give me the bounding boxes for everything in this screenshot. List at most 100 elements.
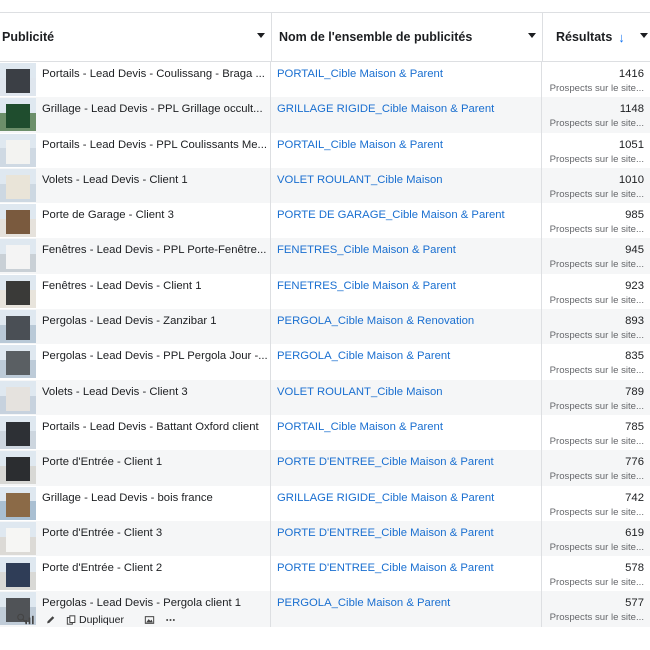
- preview-image-icon[interactable]: [144, 615, 155, 625]
- ad-thumbnail-image[interactable]: [0, 415, 36, 449]
- ad-thumbnail-image[interactable]: [0, 345, 36, 379]
- ad-name[interactable]: Fenêtres - Lead Devis - PPL Porte-Fenêtr…: [42, 244, 267, 256]
- column-header-ad[interactable]: Publicité: [0, 13, 270, 61]
- edit-pencil-icon[interactable]: [45, 615, 56, 625]
- adset-link[interactable]: PORTAIL_Cible Maison & Parent: [277, 421, 537, 433]
- ad-thumbnail-image[interactable]: [0, 239, 36, 273]
- ad-name[interactable]: Pergolas - Lead Devis - PPL Pergola Jour…: [42, 350, 267, 362]
- table-row[interactable]: Fenêtres - Lead Devis - PPL Porte-Fenêtr…: [0, 238, 650, 274]
- results-type: Prospects sur le site...: [549, 400, 644, 412]
- adset-link[interactable]: PERGOLA_Cible Maison & Parent: [277, 350, 537, 362]
- results-value: 1416: [618, 68, 644, 80]
- results-type: Prospects sur le site...: [549, 224, 644, 236]
- adset-link[interactable]: PERGOLA_Cible Maison & Parent: [277, 597, 537, 609]
- ad-thumbnail-image[interactable]: [0, 380, 36, 414]
- ad-thumbnail-image[interactable]: [0, 274, 36, 308]
- results-type: Prospects sur le site...: [549, 541, 644, 553]
- ad-name[interactable]: Portails - Lead Devis - Battant Oxford c…: [42, 421, 267, 433]
- sort-descending-icon[interactable]: ↓: [618, 30, 625, 45]
- table-row[interactable]: Pergolas - Lead Devis - Zanzibar 1 PERGOL…: [0, 309, 650, 345]
- column-results-menu-caret-icon[interactable]: [640, 33, 648, 38]
- adset-link[interactable]: PORTAIL_Cible Maison & Parent: [277, 139, 537, 151]
- column-header-results[interactable]: Résultats ↓: [542, 13, 650, 61]
- table-row[interactable]: Fenêtres - Lead Devis - Client 1 FENETRES…: [0, 274, 650, 309]
- ad-thumbnail-image[interactable]: [0, 521, 36, 555]
- results-value: 578: [625, 562, 644, 575]
- table-row[interactable]: Pergolas - Lead Devis - PPL Pergola Jour…: [0, 344, 650, 379]
- table-row[interactable]: Porte de Garage - Client 3 PORTE DE GARAG…: [0, 203, 650, 238]
- adset-link[interactable]: PERGOLA_Cible Maison & Renovation: [277, 315, 537, 327]
- results-value: 1148: [619, 103, 644, 116]
- ad-name[interactable]: Porte d'Entrée - Client 1: [42, 456, 267, 468]
- results-type: Prospects sur le site...: [549, 188, 644, 200]
- ad-name[interactable]: Volets - Lead Devis - Client 3: [42, 386, 267, 398]
- adset-link[interactable]: PORTAIL_Cible Maison & Parent: [277, 68, 537, 80]
- ad-name[interactable]: Porte d'Entrée - Client 2: [42, 562, 267, 574]
- ad-name[interactable]: Grillage - Lead Devis - bois france: [42, 492, 267, 504]
- ad-name[interactable]: Portails - Lead Devis - PPL Coulissants …: [42, 139, 267, 151]
- results-value: 835: [625, 350, 644, 363]
- table-body: Portails - Lead Devis - Coulissang - Bra…: [0, 62, 650, 627]
- adset-link[interactable]: FENETRES_Cible Maison & Parent: [277, 244, 537, 256]
- results-type: Prospects sur le site...: [549, 330, 644, 342]
- table-row[interactable]: Portails - Lead Devis - PPL Coulissants …: [0, 133, 650, 168]
- column-adset-menu-caret-icon[interactable]: [528, 33, 536, 38]
- ad-name[interactable]: Grillage - Lead Devis - PPL Grillage occ…: [42, 103, 267, 115]
- table-row[interactable]: Volets - Lead Devis - Client 3 VOLET ROUL…: [0, 379, 650, 415]
- more-options-icon[interactable]: [165, 615, 176, 625]
- adset-link[interactable]: PORTE DE GARAGE_Cible Maison & Parent: [277, 209, 537, 221]
- table-row[interactable]: Porte d'Entrée - Client 2 PORTE D'ENTREE_…: [0, 556, 650, 591]
- column-header-adset-label: Nom de l'ensemble de publicités: [279, 30, 473, 44]
- ad-name[interactable]: Porte d'Entrée - Client 3: [42, 527, 267, 539]
- results-type: Prospects sur le site...: [549, 471, 644, 483]
- column-header-results-label: Résultats: [556, 30, 613, 44]
- ad-thumbnail-image[interactable]: [0, 63, 36, 96]
- ad-thumbnail-image[interactable]: [0, 486, 36, 520]
- adset-link[interactable]: PORTE D'ENTREE_Cible Maison & Parent: [277, 562, 537, 574]
- results-value: 1010: [618, 173, 644, 186]
- results-value: 893: [625, 315, 644, 328]
- ad-name[interactable]: Fenêtres - Lead Devis - Client 1: [42, 280, 267, 292]
- table-row[interactable]: Porte d'Entrée - Client 1 PORTE D'ENTREE_…: [0, 450, 650, 486]
- ad-name[interactable]: Portails - Lead Devis - Coulissang - Bra…: [42, 68, 267, 80]
- column-divider: [270, 62, 271, 627]
- ad-thumbnail-image[interactable]: [0, 168, 36, 202]
- ad-thumbnail-image[interactable]: [0, 133, 36, 167]
- results-value: 742: [625, 491, 644, 504]
- ad-name[interactable]: Pergolas - Lead Devis - Pergola client 1: [42, 597, 267, 609]
- ad-thumbnail-image[interactable]: [0, 310, 36, 344]
- search-zoom-icon[interactable]: [16, 613, 27, 623]
- ad-name[interactable]: Pergolas - Lead Devis - Zanzibar 1: [42, 315, 267, 327]
- adset-link[interactable]: VOLET ROULANT_Cible Maison: [277, 386, 537, 398]
- duplicate-button[interactable]: Dupliquer: [66, 614, 134, 626]
- ad-name[interactable]: Volets - Lead Devis - Client 1: [42, 174, 267, 186]
- ad-name[interactable]: Porte de Garage - Client 3: [42, 209, 267, 221]
- results-type: Prospects sur le site...: [549, 612, 644, 624]
- adset-link[interactable]: GRILLAGE RIGIDE_Cible Maison & Parent: [277, 103, 537, 115]
- results-value: 577: [625, 597, 644, 610]
- duplicate-label: Dupliquer: [79, 614, 124, 626]
- adset-link[interactable]: FENETRES_Cible Maison & Parent: [277, 280, 537, 292]
- table-row[interactable]: Grillage - Lead Devis - PPL Grillage occ…: [0, 97, 650, 133]
- ad-thumbnail-image[interactable]: [0, 451, 36, 485]
- adset-link[interactable]: PORTE D'ENTREE_Cible Maison & Parent: [277, 456, 537, 468]
- results-type: Prospects sur le site...: [549, 577, 644, 589]
- column-ad-menu-caret-icon[interactable]: [257, 33, 265, 38]
- table-row[interactable]: Volets - Lead Devis - Client 1 VOLET ROUL…: [0, 167, 650, 204]
- table-row[interactable]: Grillage - Lead Devis - bois france GRILL…: [0, 486, 650, 521]
- table-row[interactable]: Portails - Lead Devis - Coulissang - Bra…: [0, 62, 650, 97]
- results-value: 785: [625, 420, 644, 433]
- ad-thumbnail-image[interactable]: [0, 98, 36, 132]
- results-value: 619: [625, 526, 644, 539]
- ad-thumbnail-image[interactable]: [0, 204, 36, 238]
- table-row[interactable]: Porte d'Entrée - Client 3 PORTE D'ENTREE_…: [0, 520, 650, 557]
- column-header-adset[interactable]: Nom de l'ensemble de publicités: [271, 13, 541, 61]
- column-divider: [541, 62, 542, 627]
- adset-link[interactable]: VOLET ROULANT_Cible Maison: [277, 174, 537, 186]
- results-type: Prospects sur le site...: [549, 435, 644, 447]
- results-type: Prospects sur le site...: [549, 118, 644, 130]
- table-row[interactable]: Portails - Lead Devis - Battant Oxford c…: [0, 415, 650, 450]
- adset-link[interactable]: PORTE D'ENTREE_Cible Maison & Parent: [277, 527, 537, 539]
- ad-thumbnail-image[interactable]: [0, 557, 36, 591]
- adset-link[interactable]: GRILLAGE RIGIDE_Cible Maison & Parent: [277, 492, 537, 504]
